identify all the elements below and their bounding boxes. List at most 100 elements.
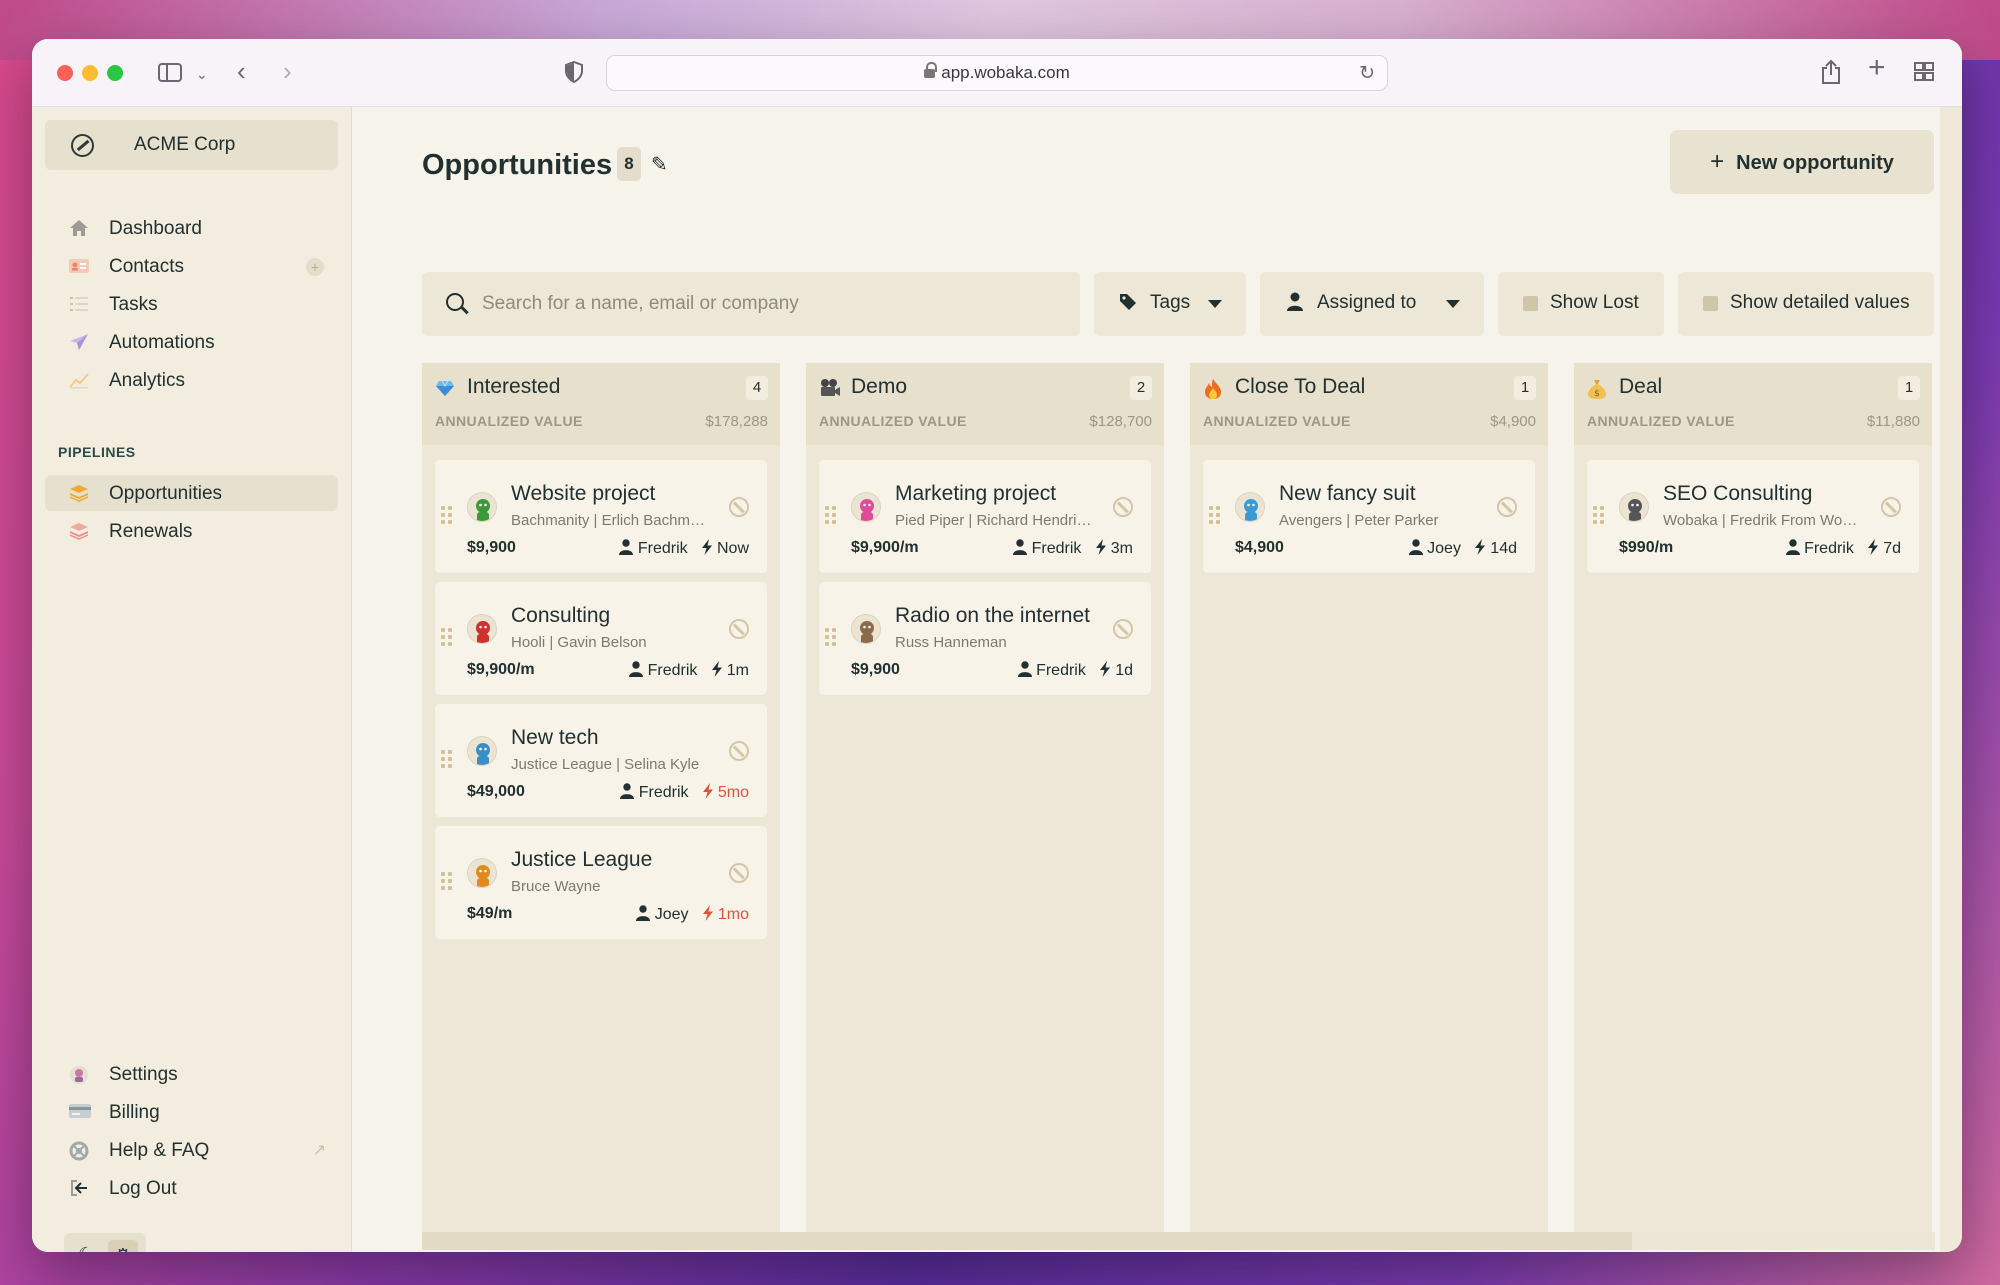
drag-handle-icon[interactable]	[441, 506, 453, 524]
vertical-scrollbar[interactable]	[1940, 107, 1962, 1252]
sidebar-item-analytics[interactable]: Analytics	[45, 362, 338, 398]
drag-handle-icon[interactable]	[1593, 506, 1605, 524]
org-switcher[interactable]: ACME Corp	[45, 120, 338, 170]
card-subtitle: Russ Hanneman	[895, 634, 1007, 651]
opportunity-card[interactable]: Consulting Hooli | Gavin Belson $9,900/m F…	[435, 582, 767, 695]
sidebar-item-contacts[interactable]: Contacts +	[45, 248, 338, 284]
opportunity-card[interactable]: Justice League Bruce Wayne $49/m Joey 1mo	[435, 826, 767, 939]
card-value: $49/m	[467, 905, 513, 922]
sidebar-item-dashboard[interactable]: Dashboard	[45, 210, 338, 246]
org-name: ACME Corp	[134, 134, 236, 155]
mark-lost-icon[interactable]	[1113, 619, 1133, 639]
close-window-button[interactable]	[57, 65, 73, 81]
drag-handle-icon[interactable]	[441, 872, 453, 890]
show-lost-checkbox[interactable]	[1523, 296, 1538, 311]
card-value: $9,900/m	[467, 661, 535, 678]
edit-pencil-icon[interactable]: ✎	[651, 152, 668, 177]
tab-overview-icon[interactable]	[1914, 62, 1934, 86]
pipeline-column: Close To Deal 1 ANNUALIZED VALUE $4,900 New …	[1190, 363, 1548, 1233]
card-last-activity: 5mo	[717, 784, 749, 801]
card-meta: Fredrik 7d	[1785, 539, 1901, 560]
mark-lost-icon[interactable]	[1497, 497, 1517, 517]
new-tab-icon[interactable]: +	[1868, 53, 1886, 83]
share-icon[interactable]	[1821, 59, 1841, 89]
sidebar-item-logout[interactable]: Log Out	[45, 1170, 338, 1206]
forward-icon[interactable]: ›	[283, 58, 292, 84]
pipelines-section-title: PIPELINES	[58, 444, 136, 460]
add-contact-icon[interactable]: +	[306, 258, 324, 276]
reload-icon[interactable]: ↻	[1359, 57, 1375, 90]
mark-lost-icon[interactable]	[1881, 497, 1901, 517]
assigned-to-filter[interactable]: Assigned to	[1260, 272, 1484, 336]
auto-theme-icon[interactable]: ⚙	[108, 1240, 138, 1252]
mark-lost-icon[interactable]	[729, 619, 749, 639]
drag-handle-icon[interactable]	[1209, 506, 1221, 524]
sidebar-item-automations[interactable]: Automations	[45, 324, 338, 360]
opportunity-card[interactable]: SEO Consulting Wobaka | Fredrik From Woba…	[1587, 460, 1919, 573]
opportunity-card[interactable]: Marketing project Pied Piper | Richard He…	[819, 460, 1151, 573]
chevron-down-icon[interactable]: ⌄	[196, 63, 208, 85]
drag-handle-icon[interactable]	[441, 750, 453, 768]
shield-icon[interactable]	[565, 60, 583, 87]
mark-lost-icon[interactable]	[1113, 497, 1133, 517]
settings-avatar-icon	[69, 1065, 89, 1084]
search-input[interactable]	[482, 290, 1062, 318]
activity-bolt-icon	[702, 905, 714, 926]
horizontal-scrollbar-thumb[interactable]	[422, 1232, 1632, 1250]
user-icon	[636, 905, 651, 926]
plus-icon: +	[1710, 148, 1725, 175]
sidebar-item-renewals[interactable]: Renewals	[45, 513, 338, 549]
opportunity-card[interactable]: Website project Bachmanity | Erlich Bachm…	[435, 460, 767, 573]
pipeline-column: $ Deal 1 ANNUALIZED VALUE $11,880 SEO Consult…	[1574, 363, 1932, 1233]
address-bar[interactable]: app.wobaka.com ↻	[606, 55, 1388, 91]
card-title: SEO Consulting	[1663, 482, 1813, 505]
horizontal-scrollbar[interactable]	[422, 1232, 1935, 1250]
activity-bolt-icon	[702, 783, 714, 804]
external-link-icon: ↗	[312, 1142, 326, 1159]
drag-handle-icon[interactable]	[825, 628, 837, 646]
contact-avatar	[1235, 492, 1265, 522]
activity-bolt-icon	[1474, 539, 1486, 560]
sidebar-item-label: Help & FAQ	[109, 1140, 210, 1161]
card-last-activity: Now	[716, 540, 749, 557]
pipeline-column: Demo 2 ANNUALIZED VALUE $128,700 Marketing p…	[806, 363, 1164, 1233]
sidebar-item-settings[interactable]: Settings	[45, 1056, 338, 1092]
show-detailed-values-checkbox[interactable]	[1703, 296, 1718, 311]
opportunity-card[interactable]: New fancy suit Avengers | Peter Parker $4,…	[1203, 460, 1535, 573]
money-bag-icon: $	[1587, 378, 1607, 399]
back-icon[interactable]: ‹	[237, 58, 246, 84]
sidebar-item-label: Renewals	[109, 521, 193, 542]
card-subtitle: Wobaka | Fredrik From Wobaka	[1663, 512, 1865, 529]
pipeline-column: Interested 4 ANNUALIZED VALUE $178,288 Websi…	[422, 363, 780, 1233]
opportunity-card[interactable]: Radio on the internet Russ Hanneman $9,900…	[819, 582, 1151, 695]
annualized-value-label: ANNUALIZED VALUE	[819, 413, 967, 429]
show-lost-toggle[interactable]: Show Lost	[1498, 272, 1664, 336]
logout-icon	[69, 1179, 89, 1197]
card-subtitle: Bachmanity | Erlich Bachmann	[511, 512, 713, 529]
zoom-window-button[interactable]	[107, 65, 123, 81]
user-icon	[619, 539, 634, 560]
layers-icon	[69, 522, 89, 540]
card-value: $9,900	[851, 661, 900, 678]
tags-filter[interactable]: Tags	[1094, 272, 1246, 336]
sidebar-toggle-icon[interactable]	[158, 63, 182, 82]
card-title: Justice League	[511, 848, 653, 871]
sidebar-item-help[interactable]: Help & FAQ ↗	[45, 1132, 338, 1168]
moon-icon[interactable]: ☾	[78, 1244, 94, 1252]
minimize-window-button[interactable]	[82, 65, 98, 81]
drag-handle-icon[interactable]	[825, 506, 837, 524]
mark-lost-icon[interactable]	[729, 497, 749, 517]
new-opportunity-button[interactable]: + New opportunity	[1670, 130, 1934, 194]
search-icon	[446, 293, 464, 311]
sidebar-item-tasks[interactable]: Tasks	[45, 286, 338, 322]
layers-icon	[69, 484, 89, 502]
card-value: $990/m	[1619, 539, 1674, 556]
sidebar-item-billing[interactable]: Billing	[45, 1094, 338, 1130]
sidebar-item-opportunities[interactable]: Opportunities	[45, 475, 338, 511]
mark-lost-icon[interactable]	[729, 863, 749, 883]
drag-handle-icon[interactable]	[441, 628, 453, 646]
show-detailed-values-toggle[interactable]: Show detailed values	[1678, 272, 1934, 336]
mark-lost-icon[interactable]	[729, 741, 749, 761]
sidebar-item-label: Dashboard	[109, 218, 202, 239]
opportunity-card[interactable]: New tech Justice League | Selina Kyle $49,…	[435, 704, 767, 817]
